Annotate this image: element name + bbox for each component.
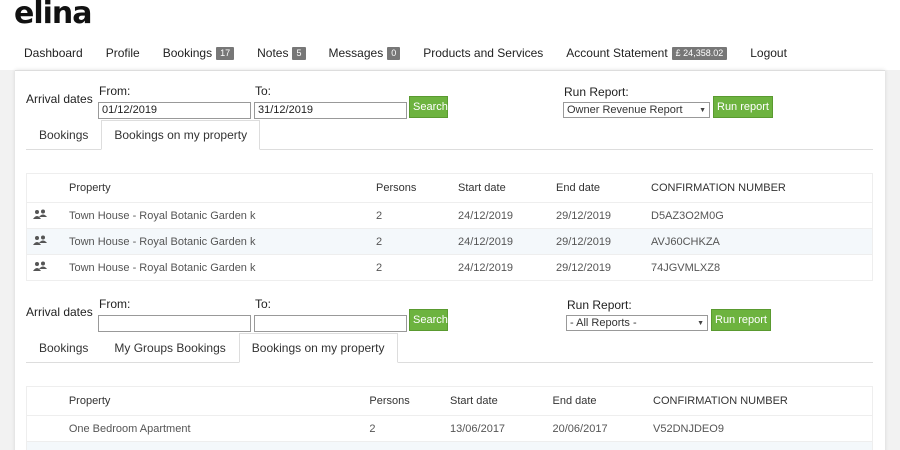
nav-label: Messages — [328, 46, 384, 60]
arrival-dates-label: Arrival dates — [26, 92, 93, 106]
cell-end-date: 29/12/2019 — [556, 209, 612, 222]
bookings-table: Property Persons Start date End date CON… — [26, 386, 873, 450]
to-date-input[interactable] — [254, 315, 407, 332]
nav-label: Account Statement — [566, 46, 668, 60]
tab-bookings[interactable]: Bookings — [26, 333, 101, 362]
chevron-down-icon: ▼ — [699, 106, 706, 114]
cell-start-date: 24/12/2019 — [458, 209, 514, 222]
messages-count-badge: 0 — [387, 46, 401, 60]
table-row[interactable]: Town House - Royal Botanic Garden k 2 24… — [27, 228, 872, 254]
cell-end-date: 29/12/2019 — [556, 261, 612, 274]
column-header-end-date[interactable]: End date — [556, 182, 651, 194]
nav-logout[interactable]: Logout — [750, 46, 787, 60]
cell-property: Town House - Royal Botanic Garden k — [69, 235, 256, 248]
run-report-label: Run Report: — [567, 298, 632, 312]
from-date-input[interactable] — [98, 315, 251, 332]
nav-profile[interactable]: Profile — [106, 46, 140, 60]
bookings-table: Property Persons Start date End date CON… — [26, 173, 873, 281]
run-report-label: Run Report: — [564, 85, 629, 99]
column-header-end-date[interactable]: End date — [553, 395, 654, 407]
account-balance-badge: £ 24,358.02 — [671, 46, 728, 60]
cell-persons: 2 — [369, 422, 376, 435]
report-select[interactable]: Owner Revenue Report ▼ — [563, 102, 710, 118]
to-label: To: — [255, 297, 272, 311]
table-row[interactable]: Town House - Royal Botanic Garden k 2 24… — [27, 202, 872, 228]
nav-label: Notes — [257, 46, 289, 60]
column-header-property[interactable]: Property — [69, 182, 376, 194]
table-row[interactable] — [27, 441, 872, 450]
run-report-button[interactable]: Run report — [713, 96, 773, 118]
from-label: From: — [99, 84, 131, 98]
nav-label: Profile — [105, 46, 140, 60]
table-header: Property Persons Start date End date CON… — [27, 387, 872, 415]
column-header-persons[interactable]: Persons — [376, 182, 458, 194]
report-select[interactable]: - All Reports - ▼ — [566, 315, 708, 331]
cell-confirmation: AVJ60CHKZA — [651, 235, 720, 248]
tab-bar: Bookings My Groups Bookings Bookings on … — [26, 333, 873, 363]
page-gutter-left — [0, 70, 15, 450]
page-gutter-right — [885, 70, 900, 450]
cell-confirmation: 74JGVMLXZ8 — [651, 261, 721, 274]
column-header-start-date[interactable]: Start date — [458, 182, 556, 194]
report-select-value: - All Reports - — [570, 317, 637, 329]
notes-count-badge: 5 — [292, 46, 306, 60]
nav-label: Dashboard — [24, 46, 83, 60]
table-row[interactable]: One Bedroom Apartment 2 13/06/2017 20/06… — [27, 415, 872, 441]
cell-end-date: 20/06/2017 — [552, 422, 608, 435]
tab-bar: Bookings Bookings on my property — [26, 120, 873, 150]
to-date-input[interactable]: 31/12/2019 — [254, 102, 407, 119]
chevron-down-icon: ▼ — [697, 319, 704, 327]
from-label: From: — [99, 297, 131, 311]
from-date-input[interactable]: 01/12/2019 — [98, 102, 251, 119]
tab-bookings[interactable]: Bookings — [26, 120, 101, 149]
run-report-button[interactable]: Run report — [711, 309, 771, 331]
nav-label: Products and Services — [423, 46, 544, 60]
column-header-property[interactable]: Property — [69, 395, 370, 407]
people-icon[interactable] — [33, 209, 47, 219]
cell-property: Town House - Royal Botanic Garden k — [69, 261, 256, 274]
nav-messages[interactable]: Messages 0 — [329, 46, 401, 60]
cell-persons: 2 — [376, 209, 383, 222]
nav-bookings[interactable]: Bookings 17 — [162, 46, 235, 60]
column-header-confirmation[interactable]: CONFIRMATION NUMBER — [653, 395, 872, 407]
report-select-value: Owner Revenue Report — [567, 104, 683, 116]
cell-persons: 2 — [376, 261, 383, 274]
to-label: To: — [255, 84, 272, 98]
nav-products-services[interactable]: Products and Services — [423, 46, 543, 60]
cell-end-date: 29/12/2019 — [556, 235, 612, 248]
cell-start-date: 24/12/2019 — [458, 261, 514, 274]
cell-persons: 2 — [376, 235, 383, 248]
nav-notes[interactable]: Notes 5 — [257, 46, 306, 60]
cell-property: One Bedroom Apartment — [68, 422, 191, 435]
table-header: Property Persons Start date End date CON… — [27, 174, 872, 202]
main-nav: Dashboard Profile Bookings 17 Notes 5 Mess… — [24, 43, 810, 63]
people-icon[interactable] — [33, 235, 47, 245]
people-icon[interactable] — [33, 261, 47, 271]
nav-label: Bookings — [162, 46, 213, 60]
cell-start-date: 13/06/2017 — [450, 422, 506, 435]
column-header-persons[interactable]: Persons — [369, 395, 450, 407]
cell-start-date: 24/12/2019 — [458, 235, 514, 248]
brand-logo[interactable]: elina — [14, 0, 93, 29]
nav-account-statement[interactable]: Account Statement £ 24,358.02 — [566, 46, 728, 60]
tab-bookings-on-my-property[interactable]: Bookings on my property — [238, 333, 398, 363]
nav-label: Logout — [750, 46, 787, 60]
arrival-dates-label: Arrival dates — [26, 305, 93, 319]
cell-property: Town House - Royal Botanic Garden k — [69, 209, 256, 222]
tab-bookings-on-my-property[interactable]: Bookings on my property — [101, 120, 261, 150]
table-row[interactable]: Town House - Royal Botanic Garden k 2 24… — [27, 254, 872, 280]
cell-confirmation: V52DNJDEO9 — [653, 422, 724, 435]
tab-my-groups-bookings[interactable]: My Groups Bookings — [101, 333, 238, 362]
search-button[interactable]: Search — [409, 309, 448, 331]
column-header-start-date[interactable]: Start date — [450, 395, 553, 407]
bookings-count-badge: 17 — [216, 46, 235, 60]
search-button[interactable]: Search — [409, 96, 448, 118]
column-header-confirmation[interactable]: CONFIRMATION NUMBER — [651, 182, 871, 194]
nav-dashboard[interactable]: Dashboard — [24, 46, 83, 60]
cell-confirmation: D5AZ3O2M0G — [651, 209, 724, 222]
